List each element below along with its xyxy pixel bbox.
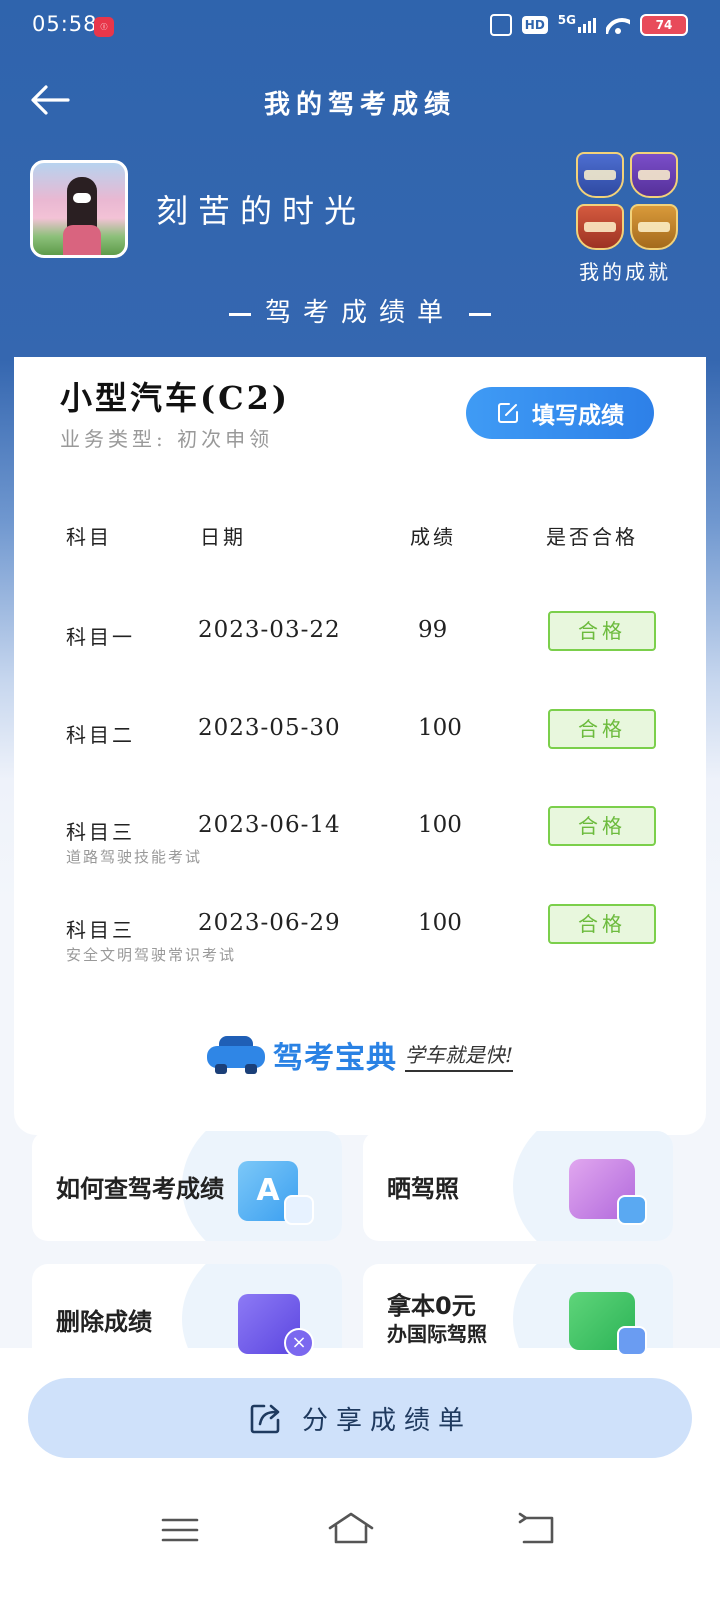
how-to-check-score-tile[interactable]: 如何查驾考成绩 A — [32, 1131, 342, 1241]
show-license-tile[interactable]: 晒驾照 — [363, 1131, 673, 1241]
avatar[interactable] — [30, 160, 128, 258]
badge-icon — [630, 204, 678, 250]
menu-button[interactable] — [155, 1510, 205, 1550]
tile-label-line2: 办国际驾照 — [387, 1322, 487, 1346]
row-subject: 科目一 — [66, 625, 135, 649]
column-header-pass: 是否合格 — [546, 525, 638, 549]
row-subject: 科目二 — [66, 723, 135, 747]
business-type: 业务类型: 初次申领 — [60, 427, 274, 451]
battery-icon: 74 — [640, 14, 688, 36]
share-report-button[interactable]: 分享成绩单 — [28, 1378, 692, 1458]
delete-document-icon: × — [238, 1292, 318, 1358]
share-report-label: 分享成绩单 — [301, 1405, 472, 1436]
status-time: 05:58 — [32, 12, 98, 36]
share-icon — [250, 1404, 280, 1434]
username: 刻苦的时光 — [156, 192, 367, 230]
back-nav-button[interactable] — [512, 1510, 562, 1550]
achievements-label: 我的成就 — [579, 260, 671, 284]
brand-slogan: 学车就是快! — [404, 1039, 514, 1072]
wifi-icon — [606, 16, 630, 34]
achievement-badges — [576, 152, 680, 250]
table-row: 科目二 2023-05-30 100 合格 — [14, 709, 706, 769]
home-icon — [328, 1512, 374, 1544]
tile-label: 如何查驾考成绩 — [56, 1175, 224, 1203]
tile-label: 删除成绩 — [56, 1308, 152, 1336]
table-row: 科目三 道路驾驶技能考试 2023-06-14 100 合格 — [14, 806, 706, 866]
search-document-icon: A — [238, 1159, 318, 1225]
page-title: 我的驾考成绩 — [263, 90, 456, 120]
row-subject: 科目三 — [66, 918, 135, 942]
row-note: 道路驾驶技能考试 — [66, 848, 203, 866]
signal-bars-icon — [578, 17, 596, 33]
car-icon — [206, 1036, 265, 1074]
row-date: 2023-06-29 — [198, 910, 341, 936]
tile-label: 拿本0元 办国际驾照 — [387, 1292, 487, 1348]
row-score: 100 — [418, 910, 462, 936]
row-date: 2023-05-30 — [198, 715, 341, 741]
badge-icon — [630, 152, 678, 198]
column-header-date: 日期 — [200, 525, 246, 549]
hd-icon: HD — [521, 16, 548, 34]
badge-icon — [576, 204, 624, 250]
edit-icon — [498, 403, 518, 423]
row-note: 安全文明驾驶常识考试 — [66, 946, 237, 964]
tile-label-line1: 拿本0元 — [387, 1292, 476, 1320]
id-card-icon — [569, 1292, 649, 1358]
notification-app-icon: Ⓘ — [94, 17, 114, 37]
status-icons: HD 5G 74 — [489, 13, 688, 36]
app-header: 我的驾考成绩 — [0, 60, 720, 140]
row-date: 2023-03-22 — [198, 617, 341, 643]
row-score: 100 — [418, 812, 462, 838]
pass-badge: 合格 — [548, 611, 656, 651]
pass-badge: 合格 — [548, 806, 656, 846]
row-date: 2023-06-14 — [198, 812, 341, 838]
row-score: 100 — [418, 715, 462, 741]
fill-score-label: 填写成绩 — [532, 403, 624, 429]
table-row: 科目三 安全文明驾驶常识考试 2023-06-29 100 合格 — [14, 904, 706, 964]
report-heading: 驾考成绩单 — [0, 292, 720, 329]
status-bar: 05:58 Ⓘ HD 5G 74 — [0, 0, 720, 52]
fill-score-button[interactable]: 填写成绩 — [466, 387, 654, 439]
pass-badge: 合格 — [548, 904, 656, 944]
row-subject: 科目三 — [66, 820, 135, 844]
badge-icon — [576, 152, 624, 198]
brand-logo: 驾考宝典 学车就是快! — [14, 1033, 706, 1077]
vibrate-icon — [489, 14, 512, 36]
system-nav-bar — [0, 1488, 720, 1605]
photo-icon — [569, 1159, 649, 1225]
brand-name: 驾考宝典 — [272, 1041, 397, 1076]
row-score: 99 — [418, 617, 448, 643]
column-header-subject: 科目 — [66, 525, 112, 549]
menu-icon — [161, 1518, 199, 1542]
pass-badge: 合格 — [548, 709, 656, 749]
signal-icon: 5G — [558, 13, 596, 33]
achievements-link[interactable]: 我的成就 — [570, 152, 680, 284]
table-row: 科目一 2023-03-22 99 合格 — [14, 611, 706, 671]
license-type: 小型汽车(C2) — [60, 379, 291, 417]
score-card: 小型汽车(C2) 业务类型: 初次申领 填写成绩 科目 日期 成绩 是否合格 科… — [14, 357, 706, 1135]
report-heading-text: 驾考成绩单 — [264, 298, 455, 328]
column-header-score: 成绩 — [410, 525, 456, 549]
home-button[interactable] — [326, 1510, 376, 1550]
tile-label: 晒驾照 — [387, 1175, 459, 1203]
back-nav-icon — [518, 1512, 554, 1544]
network-type: 5G — [557, 13, 576, 27]
